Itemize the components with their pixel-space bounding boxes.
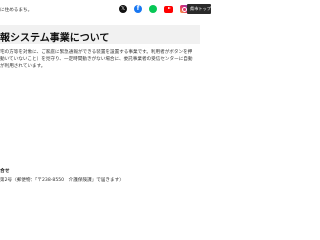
youtube-icon[interactable] xyxy=(164,5,173,13)
page-title: 報システム事業について xyxy=(0,33,110,44)
x-icon[interactable]: 𝕏 xyxy=(119,5,127,13)
contact-address: 第2号〈郵便物：「〒238-8550 介護保険課」で届きます〉 xyxy=(0,178,124,183)
line-icon[interactable] xyxy=(149,5,157,13)
city-top-button[interactable]: 県市トップ xyxy=(187,4,211,14)
site-tagline: に住めるまち。 xyxy=(0,8,33,13)
title-bar: 報システム事業について xyxy=(0,25,200,44)
description-line-1: 宅の方等を対象に、ご家庭に緊急通報ができる装置を設置する事業です。利用者がボタン… xyxy=(0,50,193,55)
facebook-icon[interactable]: f xyxy=(134,5,142,13)
contact-section-label: 合せ xyxy=(0,169,10,174)
description-line-3: が利用されています。 xyxy=(0,64,46,69)
description-line-2: 動いていないこと）を見守り、一定時間動きがない場合に、委託事業者の受信センターに… xyxy=(0,57,193,62)
site-header: に住めるまち。 𝕏 f 県市トップ xyxy=(0,0,211,20)
